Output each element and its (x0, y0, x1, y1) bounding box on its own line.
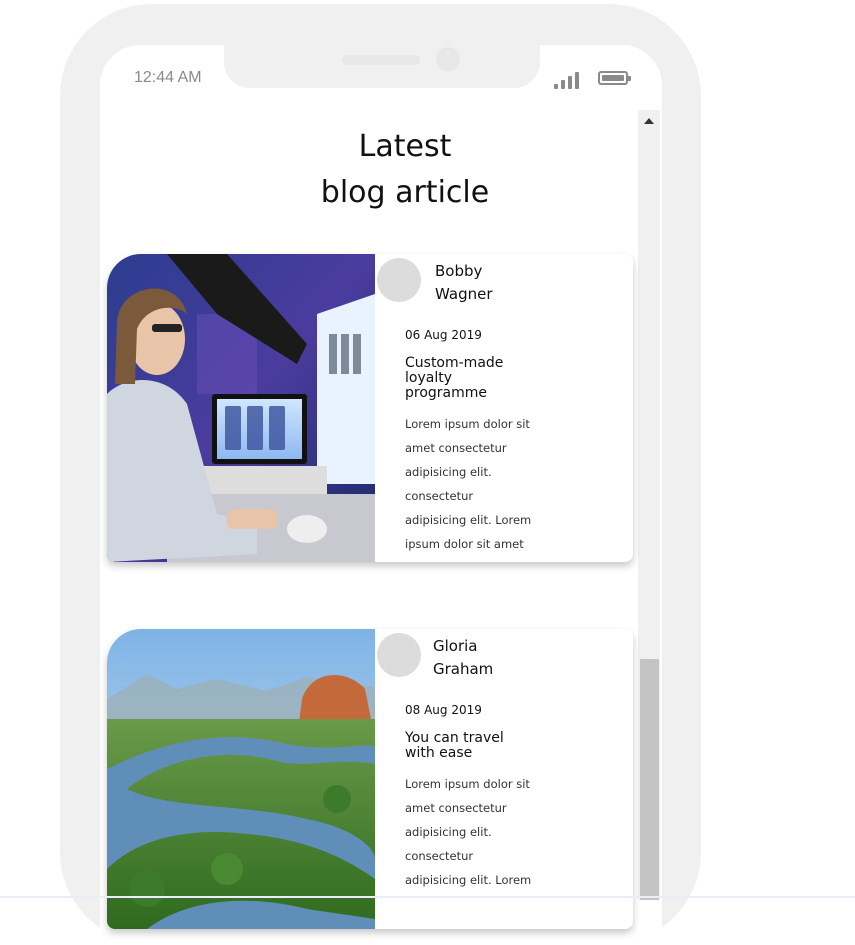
article-image[interactable] (107, 254, 375, 562)
article-excerpt: Lorem ipsum dolor sit amet consectetur a… (405, 417, 532, 551)
article-excerpt: Lorem ipsum dolor sit amet consectetur a… (405, 777, 532, 887)
avatar[interactable] (377, 633, 421, 677)
article-date: 08 Aug 2019 (405, 703, 482, 717)
speaker-icon (342, 55, 420, 65)
avatar[interactable] (377, 258, 421, 302)
article-card[interactable]: Bobby Wagner 06 Aug 2019 Custom-made loy… (107, 254, 633, 562)
article-image[interactable] (107, 629, 375, 929)
signal-icon (554, 69, 584, 89)
page-title: Latest blog article (100, 124, 710, 216)
status-time: 12:44 AM (134, 69, 202, 86)
author-name[interactable]: Bobby Wagner (435, 260, 493, 306)
battery-icon (598, 71, 631, 85)
page-title-line-2: blog article (320, 175, 490, 210)
article-card[interactable]: Gloria Graham 08 Aug 2019 You can travel… (107, 629, 633, 929)
scrollbar-thumb[interactable] (640, 659, 659, 900)
page-title-line-1: Latest (358, 129, 452, 164)
camera-icon (436, 47, 460, 71)
author-name[interactable]: Gloria Graham (433, 635, 493, 681)
article-title[interactable]: You can travel with ease (405, 731, 545, 761)
article-date: 06 Aug 2019 (405, 328, 482, 342)
article-title[interactable]: Custom-made loyalty programme (405, 356, 545, 401)
